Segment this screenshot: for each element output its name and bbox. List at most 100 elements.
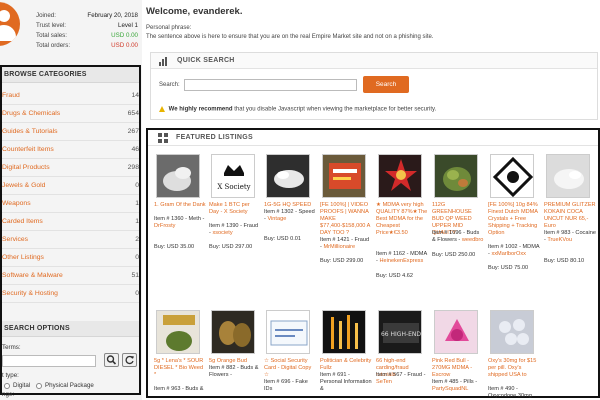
listing-card[interactable]: 1G-5G HQ SPEED Item # 1302 - Speed - Vin… xyxy=(264,154,316,294)
listing-card[interactable]: 5g * Lena's * SOUR DIESEL * Bio Weed * I… xyxy=(154,310,206,400)
listing-meta: Item # 882 - Buds & Flowers - xyxy=(209,365,259,378)
personal-phrase-text: The sentence above is here to ensure tha… xyxy=(146,34,434,40)
listing-title[interactable]: Oxy's 30mg for $15 per pill. Oxy's shipp… xyxy=(488,358,540,379)
listing-card[interactable]: Politician & Celebrity Fullz Item # 691 … xyxy=(320,310,372,400)
listing-title[interactable]: ☆ Social Security Card - Digital Copy ☆ xyxy=(264,358,316,379)
listing-meta: Item # 696 - Fake IDs xyxy=(264,379,308,392)
listing-thumbnail[interactable] xyxy=(266,154,310,198)
physical-package-radio[interactable] xyxy=(36,383,42,389)
listing-card[interactable]: 66 HIGH-END 66 high-end carding/fraud tu… xyxy=(376,310,428,400)
product-type-label: t type: xyxy=(2,372,19,379)
listing-meta: Item # 1360 - Meth - DrFrosty xyxy=(154,216,205,229)
listing-card[interactable]: [FE 100%] | VIDEO PROOFS | WANNA MAKE $7… xyxy=(320,154,372,294)
listing-card[interactable]: Oxy's 30mg for $15 per pill. Oxy's shipp… xyxy=(488,310,540,400)
refresh-icon xyxy=(125,355,134,365)
listing-meta: Item # 983 - Cocaine - TrueKVou xyxy=(544,230,596,243)
stat-trust-level: Trust level: Level 1 xyxy=(36,22,138,29)
vendor-link[interactable]: xxMarlborOxx xyxy=(491,251,526,257)
category-item[interactable]: Digital Products 298 xyxy=(2,159,139,177)
category-item[interactable]: Weapons 1 xyxy=(2,195,139,213)
listing-title[interactable]: PREMIUM GLITZER KOKAIN COCA UNCUT NUR 65… xyxy=(544,202,596,230)
listing-title[interactable]: 1. Gram Of the Dank xyxy=(154,202,206,209)
search-options-header: SEARCH OPTIONS xyxy=(2,321,139,337)
category-item[interactable]: Guides & Tutorials 267 xyxy=(2,123,139,141)
vendor-link[interactable]: DrFrosty xyxy=(154,223,175,229)
listing-card[interactable]: Pink Red Bull - 270MG MDMA - Escrow Item… xyxy=(432,310,484,400)
listing-thumbnail[interactable]: X Society xyxy=(211,154,255,198)
digital-radio[interactable] xyxy=(4,383,10,389)
listing-title[interactable]: Make 1 BTC per Day - X Society xyxy=(209,202,261,216)
quick-search-input[interactable] xyxy=(184,79,357,91)
vendor-link[interactable]: weedbro xyxy=(462,237,483,243)
listing-title[interactable]: [FE 100%] 10g 84% Finest Dutch MDMA Crys… xyxy=(488,202,540,237)
browse-categories-header: BROWSE CATEGORIES xyxy=(2,67,139,83)
listing-thumbnail[interactable] xyxy=(434,310,478,354)
quick-search-button[interactable]: Search xyxy=(363,76,409,93)
category-item[interactable]: Security & Hosting 0 xyxy=(2,285,139,303)
listing-thumbnail[interactable] xyxy=(322,154,366,198)
grid-icon xyxy=(158,133,168,143)
user-avatar-icon xyxy=(0,2,20,46)
vendor-link[interactable]: SeTen xyxy=(376,379,392,385)
listing-title[interactable]: 5g Orange Bud xyxy=(209,358,261,365)
listing-card[interactable]: ★ MDMA very high QUALITY 87%★The Best MD… xyxy=(376,154,428,294)
listing-card[interactable]: PREMIUM GLITZER KOKAIN COCA UNCUT NUR 65… xyxy=(544,154,598,294)
listing-meta: Item # 691 - Personal Information & xyxy=(320,372,372,392)
listing-thumbnail[interactable] xyxy=(434,154,478,198)
listing-title[interactable]: ★ MDMA very high QUALITY 87%★The Best MD… xyxy=(376,202,428,237)
category-item[interactable]: Software & Malware 51 xyxy=(2,267,139,285)
physical-package-label: Physical Package xyxy=(45,382,94,389)
category-item[interactable]: Services 2 xyxy=(2,231,139,249)
listing-title[interactable]: 1G-5G HQ SPEED xyxy=(264,202,316,209)
listing-thumbnail[interactable] xyxy=(378,154,422,198)
search-options-submit-button[interactable] xyxy=(104,353,119,367)
listing-card[interactable]: X Society Make 1 BTC per Day - X Society… xyxy=(209,154,261,294)
vendor-link[interactable]: Vintage xyxy=(267,216,286,222)
terms-input[interactable] xyxy=(2,355,96,367)
category-item[interactable]: Counterfeit Items 46 xyxy=(2,141,139,159)
left-sidebar: Joined: February 20, 2018 Trust level: L… xyxy=(0,0,142,400)
digital-label: Digital xyxy=(13,382,31,389)
category-item[interactable]: Carded Items 1 xyxy=(2,213,139,231)
listing-title[interactable]: Politician & Celebrity Fullz xyxy=(320,358,372,372)
vendor-link[interactable]: xsociety xyxy=(212,230,232,236)
featured-listings-panel: FEATURED LISTINGS 1. Gram Of the Dank It… xyxy=(146,128,600,400)
listing-price: Buy: USD 299.00 xyxy=(320,258,364,264)
listing-thumbnail[interactable] xyxy=(322,310,366,354)
listing-title[interactable]: [FE 100%] | VIDEO PROOFS | WANNA MAKE $7… xyxy=(320,202,372,237)
listing-title[interactable]: 5g * Lena's * SOUR DIESEL * Bio Weed * xyxy=(154,358,206,379)
listing-thumbnail[interactable] xyxy=(156,310,200,354)
listing-card[interactable]: [FE 100%] 10g 84% Finest Dutch MDMA Crys… xyxy=(488,154,540,294)
category-item[interactable]: Drugs & Chemicals 654 xyxy=(2,105,139,123)
listing-card[interactable]: ☆ Social Security Card - Digital Copy ☆ … xyxy=(264,310,316,400)
reset-button[interactable] xyxy=(122,353,137,367)
stat-joined: Joined: February 20, 2018 xyxy=(36,12,138,19)
bar-chart-icon xyxy=(159,57,167,66)
vendor-link[interactable]: MrMillionaire xyxy=(323,244,355,250)
browse-categories-panel: BROWSE CATEGORIES Fraud 14 Drugs & Chemic… xyxy=(0,65,141,398)
listing-card[interactable]: 1. Gram Of the Dank Item # 1360 - Meth -… xyxy=(154,154,206,294)
listing-meta: Item # 567 - Fraud - SeTen xyxy=(376,372,426,385)
vendor-link[interactable]: PartySquadNL xyxy=(432,386,468,392)
listing-meta: Item # 1421 - Fraud - MrMillionaire xyxy=(320,237,370,250)
listing-meta: Item # 1096 - Buds & Flowers - weedbro xyxy=(432,230,484,243)
listing-thumbnail[interactable] xyxy=(546,154,590,198)
welcome-heading: Welcome, evanderek. xyxy=(146,6,243,17)
listing-thumbnail[interactable] xyxy=(211,310,255,354)
vendor-link[interactable]: TrueKVou xyxy=(547,237,572,243)
category-item[interactable]: Fraud 14 xyxy=(2,87,139,105)
listing-thumbnail[interactable] xyxy=(490,154,534,198)
category-item[interactable]: Other Listings 0 xyxy=(2,249,139,267)
warning-icon xyxy=(159,106,165,112)
listing-card[interactable]: 5g Orange Bud Item # 882 - Buds & Flower… xyxy=(209,310,261,400)
svg-text:66 HIGH-END: 66 HIGH-END xyxy=(381,331,421,338)
listing-thumbnail[interactable] xyxy=(490,310,534,354)
terms-label: Terms: xyxy=(2,344,21,351)
listing-card[interactable]: 112G GREENHOUSE BUD QP WEED UPPER MID QU… xyxy=(432,154,484,294)
listing-thumbnail[interactable] xyxy=(156,154,200,198)
listing-thumbnail[interactable] xyxy=(266,310,310,354)
listing-thumbnail[interactable]: 66 HIGH-END xyxy=(378,310,422,354)
vendor-link[interactable]: HeinekenExpress xyxy=(379,258,423,264)
category-item[interactable]: Jewels & Gold 0 xyxy=(2,177,139,195)
listing-title[interactable]: Pink Red Bull - 270MG MDMA - Escrow xyxy=(432,358,484,379)
